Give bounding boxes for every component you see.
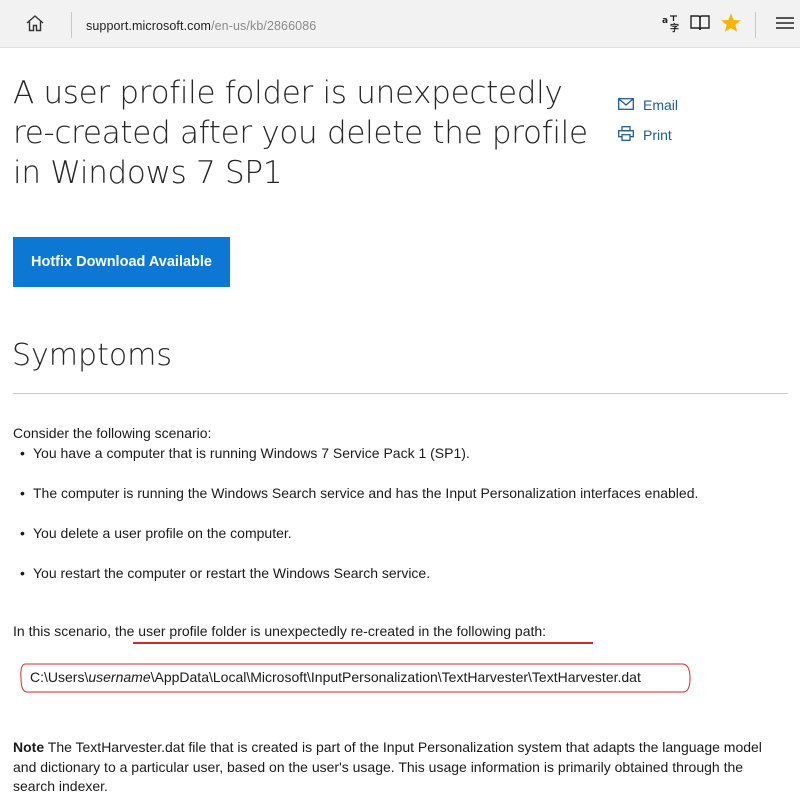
path-username: username bbox=[88, 669, 151, 685]
path-annotation: C:\Users\username\AppData\Local\Microsof… bbox=[19, 661, 692, 695]
email-link[interactable]: Email bbox=[618, 90, 678, 120]
note-paragraph: Note The TextHarvester.dat file that is … bbox=[13, 738, 773, 797]
browser-toolbar: support.microsoft.com/en-us/kb/2866086 a… bbox=[0, 0, 800, 48]
section-divider bbox=[13, 393, 788, 394]
print-label: Print bbox=[643, 127, 672, 143]
red-annotation-underline bbox=[133, 642, 593, 644]
path-prefix: C:\Users\ bbox=[30, 669, 89, 685]
scenario-intro: Consider the following scenario: bbox=[13, 425, 212, 441]
list-item: The computer is running the Windows Sear… bbox=[20, 484, 698, 524]
home-icon bbox=[25, 14, 45, 37]
path-suffix: \AppData\Local\Microsoft\InputPersonaliz… bbox=[150, 669, 641, 685]
url-host: support.microsoft.com bbox=[86, 19, 212, 33]
reading-view-button[interactable] bbox=[688, 13, 712, 37]
symptoms-heading: Symptoms bbox=[12, 338, 173, 373]
hub-menu-icon bbox=[775, 15, 795, 36]
hotfix-download-button[interactable]: Hotfix Download Available bbox=[13, 237, 230, 287]
translate-button[interactable]: a字 bbox=[659, 13, 683, 37]
reading-view-icon bbox=[689, 14, 711, 37]
scenario-statement: In this scenario, the user profile folde… bbox=[13, 623, 547, 639]
address-bar[interactable]: support.microsoft.com/en-us/kb/2866086 bbox=[86, 19, 316, 33]
address-bar-divider bbox=[71, 12, 72, 38]
article-title: A user profile folder is unexpectedly re… bbox=[13, 75, 588, 191]
print-link[interactable]: Print bbox=[618, 120, 678, 150]
list-item: You have a computer that is running Wind… bbox=[20, 444, 698, 484]
svg-text:a: a bbox=[662, 16, 668, 26]
url-path: /en-us/kb/2866086 bbox=[211, 19, 317, 33]
note-label: Note bbox=[13, 739, 45, 755]
note-text: The TextHarvester.dat file that is creat… bbox=[13, 739, 762, 794]
svg-text:字: 字 bbox=[670, 22, 679, 33]
favorite-button[interactable] bbox=[719, 13, 743, 37]
list-item: You delete a user profile on the compute… bbox=[20, 524, 698, 564]
envelope-icon bbox=[618, 97, 643, 113]
file-path: C:\Users\username\AppData\Local\Microsof… bbox=[30, 669, 641, 685]
translate-icon: a字 bbox=[661, 13, 681, 38]
email-label: Email bbox=[643, 97, 679, 113]
share-links: Email Print bbox=[618, 90, 678, 150]
hub-menu-button[interactable] bbox=[773, 13, 797, 37]
printer-icon bbox=[618, 126, 643, 144]
list-item: You restart the computer or restart the … bbox=[20, 564, 698, 604]
scenario-list: You have a computer that is running Wind… bbox=[20, 444, 698, 604]
home-button[interactable] bbox=[18, 10, 52, 40]
favorite-star-icon bbox=[720, 12, 742, 39]
toolbar-divider bbox=[755, 12, 756, 38]
